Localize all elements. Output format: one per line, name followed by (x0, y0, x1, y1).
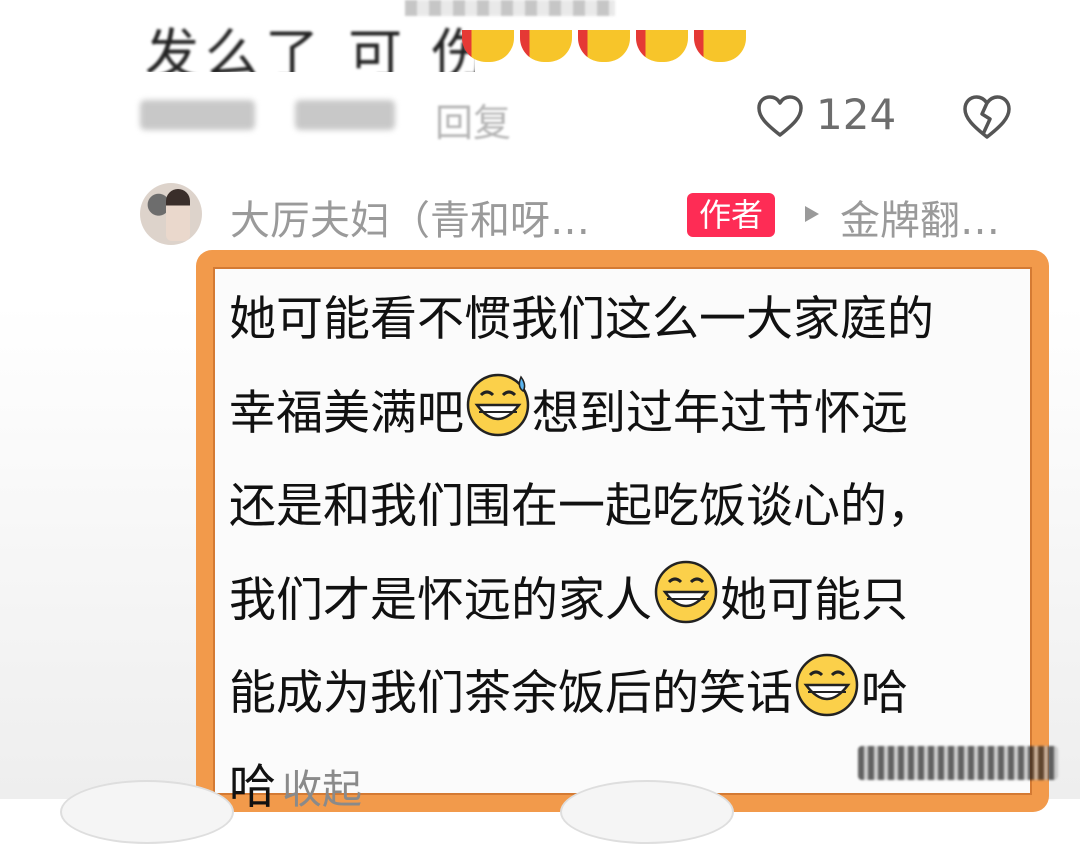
comment-line: 还是和我们围在一起吃饭谈心的， (229, 479, 934, 534)
comment-line: 幸福美满吧 想到过年过节怀远 (229, 367, 1009, 461)
author-avatar[interactable] (140, 183, 202, 245)
bottom-control-edge (60, 780, 234, 844)
previous-comment-emojis (462, 30, 752, 66)
author-badge: 作者 (687, 193, 776, 237)
heart-outline-icon[interactable] (756, 94, 804, 138)
emoji-icon (462, 30, 514, 62)
timestamp-blurred (140, 100, 255, 130)
grin-emoji-icon (795, 653, 859, 717)
previous-comment-meta: 回复 124 (140, 90, 1020, 152)
grin-sweat-emoji-icon (466, 373, 530, 436)
emoji-icon (694, 30, 746, 62)
broken-heart-icon[interactable] (962, 94, 1012, 140)
emoji-icon (636, 30, 688, 62)
video-title-link[interactable]: 金牌翻… (840, 188, 1000, 246)
watermark-blurred (858, 746, 1058, 780)
comment-line: 能成为我们茶余饭后的笑话 哈 (229, 647, 1009, 741)
author-name[interactable]: 大厉夫妇（青和呀… (230, 188, 590, 246)
previous-comment-text: 发么了 可 伤 仵 (145, 23, 475, 72)
play-triangle-icon (805, 206, 819, 222)
grin-emoji-icon (654, 560, 718, 623)
location-blurred (295, 100, 395, 130)
like-count: 124 (816, 90, 897, 139)
bottom-control-edge (560, 780, 734, 844)
emoji-icon (520, 30, 572, 62)
top-blurred-region (405, 0, 615, 16)
comment-line: 她可能看不惯我们这么一大家庭的 (229, 292, 934, 347)
emoji-icon (578, 30, 630, 62)
reply-button[interactable]: 回复 (435, 92, 511, 147)
collapse-button[interactable]: 收起 (282, 767, 362, 813)
comment-line: 我们才是怀远的家人 她可能只 (229, 554, 1009, 648)
